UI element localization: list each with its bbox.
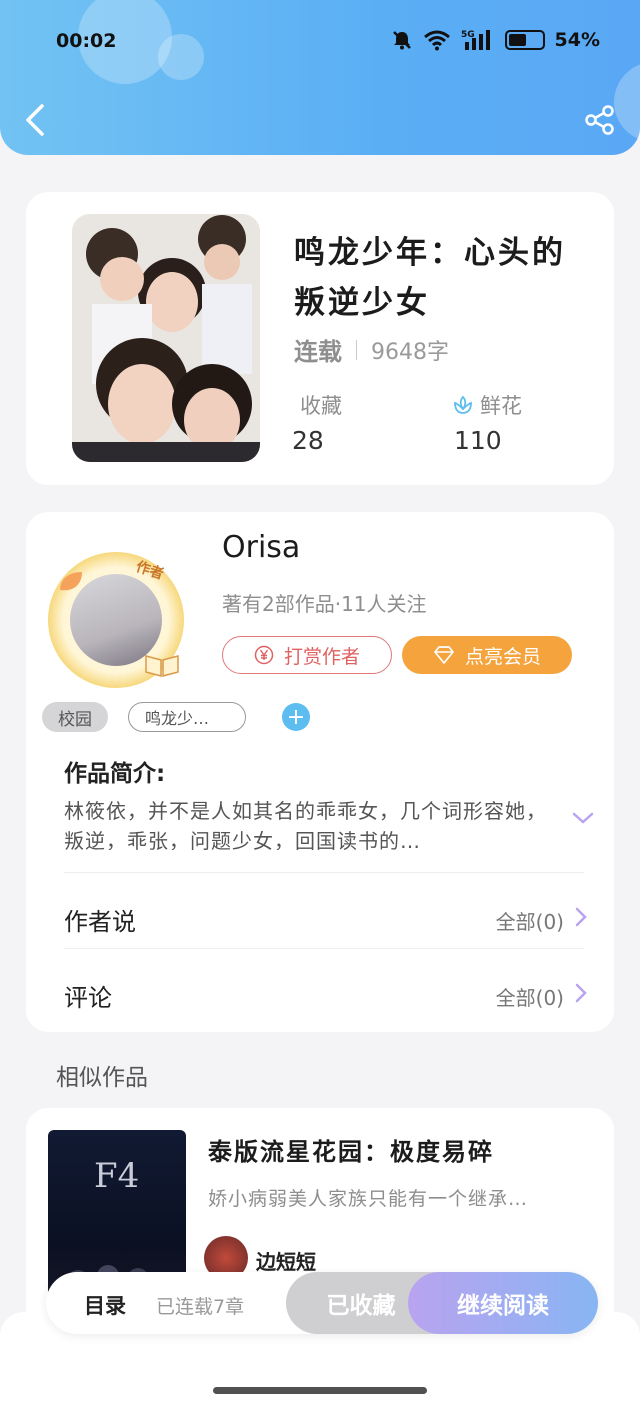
author-name[interactable]: Orisa: [222, 530, 300, 565]
row-divider: [64, 948, 584, 949]
collect-label: 收藏: [300, 390, 342, 420]
chevron-right-icon[interactable]: [574, 982, 588, 1004]
battery-percent: 54%: [554, 29, 600, 51]
book-decor-icon: [145, 655, 179, 677]
comments-count[interactable]: 全部(0): [496, 982, 564, 1011]
flower-count: 110: [454, 426, 502, 455]
similar-section-title: 相似作品: [56, 1065, 148, 1091]
book-meta: 连载 9648字: [294, 332, 449, 367]
word-count: 9648字: [371, 339, 449, 365]
bottom-action-bar: 目录 已连载7章 已收藏 继续阅读: [46, 1272, 598, 1334]
add-tag-button[interactable]: +: [282, 703, 310, 731]
activate-member-label: 点亮会员: [464, 645, 541, 668]
tag-campus[interactable]: 校园: [42, 702, 108, 732]
similar-cover-logo: F4: [94, 1156, 140, 1196]
cover-photo: [72, 214, 260, 462]
leaf-decor-icon: [60, 572, 82, 591]
battery-icon: [504, 30, 545, 50]
yen-coin-icon: [254, 645, 274, 665]
author-card: 作者 Orisa 著有2部作品·11人关注 打赏作者 点亮会员 校园 鸣龙少… …: [26, 512, 614, 1032]
book-info-card: 鸣龙少年：心头的叛逆少女 连载 9648字 收藏 28 鲜花 110: [26, 192, 614, 485]
similar-author-name: 边短短: [256, 1250, 316, 1274]
flower-label-text: 鲜花: [480, 394, 522, 418]
similar-book-desc: 娇小病弱美人家族只能有一个继承…: [208, 1188, 529, 1210]
author-summary: 著有2部作品·11人关注: [222, 592, 427, 616]
share-icon[interactable]: [584, 104, 616, 136]
flower-icon: [454, 395, 472, 414]
status-time: 00:02: [56, 30, 117, 52]
continue-reading-button[interactable]: 继续阅读: [408, 1272, 598, 1334]
intro-label: 作品简介:: [64, 761, 166, 787]
author-says-count[interactable]: 全部(0): [496, 906, 564, 935]
collect-label-text: 收藏: [300, 394, 342, 418]
header: 00:02 5G 54%: [0, 0, 640, 155]
tag-book-short[interactable]: 鸣龙少…: [128, 702, 246, 732]
chevron-right-icon[interactable]: [574, 906, 588, 928]
battery-fill: [508, 34, 526, 46]
wifi-icon: [423, 30, 450, 51]
flower-label[interactable]: 鲜花: [452, 390, 522, 420]
expand-chevron-down-icon[interactable]: [570, 808, 596, 828]
author-says-label[interactable]: 作者说: [64, 902, 136, 937]
collect-count: 28: [292, 426, 324, 455]
serial-status: 连载: [294, 338, 342, 366]
meta-divider: [356, 339, 357, 360]
signal-5g-icon: 5G: [461, 30, 490, 50]
status-bar: 00:02 5G 54%: [0, 0, 640, 80]
toc-button[interactable]: 目录: [84, 1290, 126, 1320]
diamond-icon: [434, 646, 454, 664]
book-title: 鸣龙少年：心头的叛逆少女: [294, 235, 566, 321]
author-avatar-frame[interactable]: 作者: [48, 552, 184, 688]
back-arrow-icon[interactable]: [20, 100, 52, 140]
comments-label[interactable]: 评论: [64, 978, 112, 1013]
intro-text[interactable]: 林筱依，并不是人如其名的乖乖女，几个词形容她，叛逆，乖张，问题少女，回国读书的…: [64, 796, 554, 850]
activate-member-button[interactable]: 点亮会员: [402, 636, 572, 674]
book-cover[interactable]: [72, 214, 260, 462]
reward-author-label: 打赏作者: [283, 645, 360, 668]
mute-bell-icon: [392, 31, 411, 50]
chapter-count[interactable]: 已连载7章: [156, 1292, 244, 1319]
reward-author-button[interactable]: 打赏作者: [222, 636, 392, 674]
similar-book-title: 泰版流星花园：极度易碎: [208, 1137, 494, 1166]
row-divider: [64, 872, 584, 873]
status-icons: 5G 54%: [391, 28, 600, 52]
home-indicator[interactable]: [213, 1387, 427, 1394]
